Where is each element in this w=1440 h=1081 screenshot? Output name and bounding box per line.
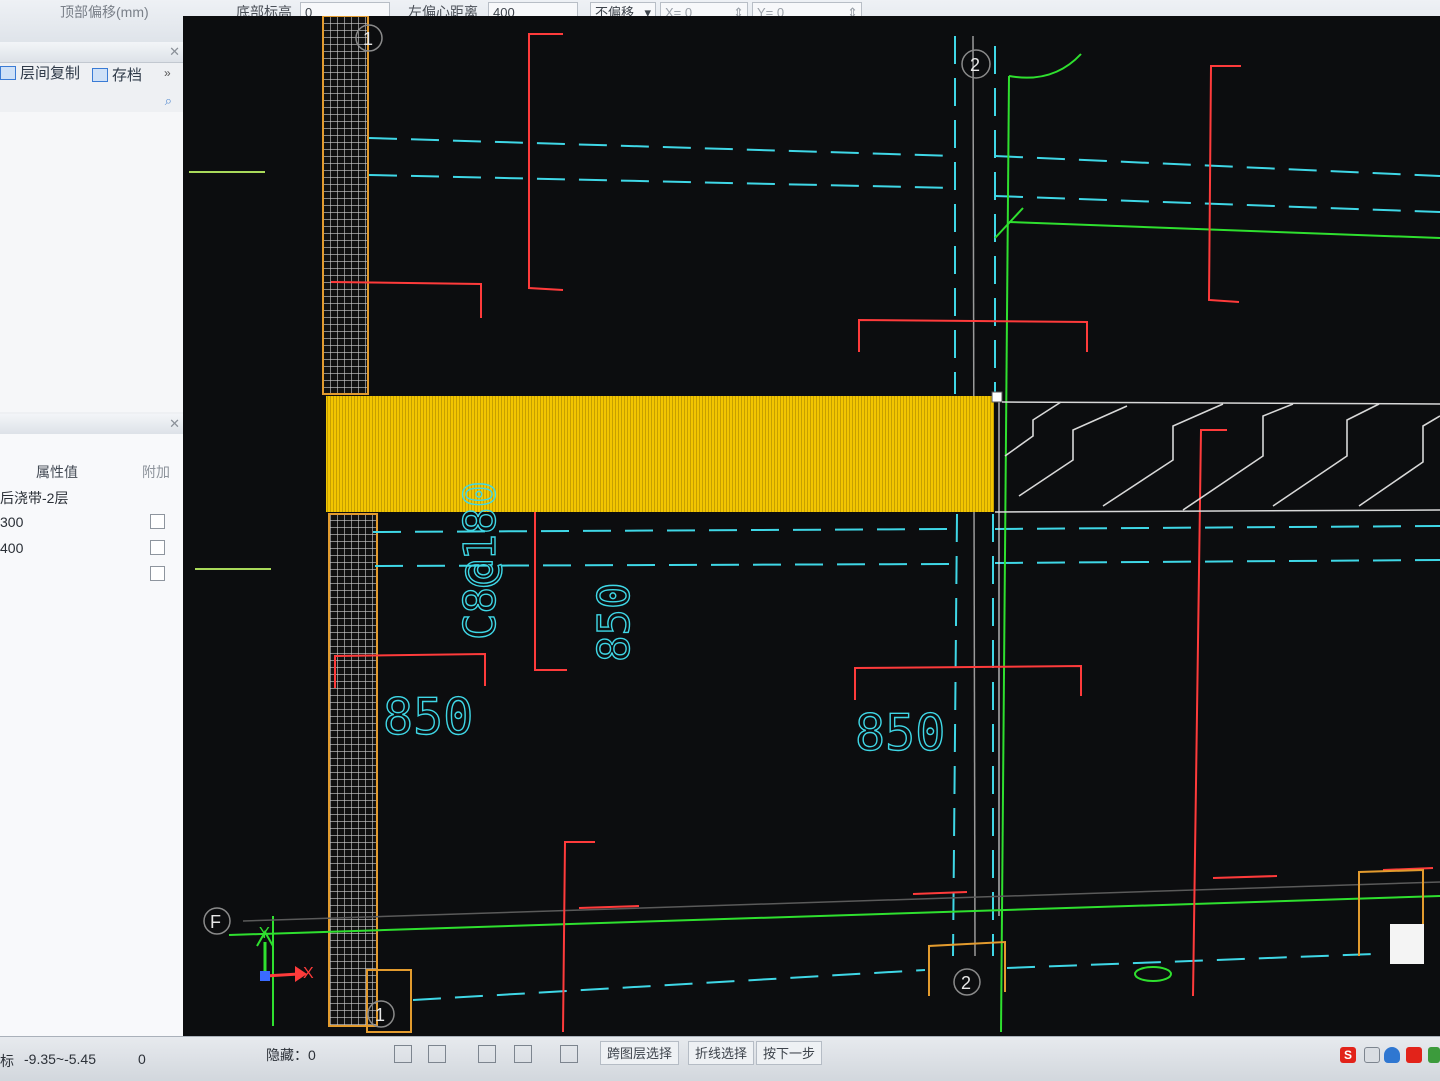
dimension-label-vertical: 850 xyxy=(589,583,640,662)
axis-label-2-top: 2 xyxy=(970,55,980,75)
snap-icon[interactable] xyxy=(394,1045,412,1063)
cross-layer-select-button[interactable]: 跨图层选择 xyxy=(600,1041,680,1065)
top-offset-label: 顶部偏移(mm) xyxy=(60,4,149,20)
post-pour-strip-selected[interactable] xyxy=(326,396,994,512)
ucs-x-label: X xyxy=(303,965,314,982)
angle-readout: 0 xyxy=(138,1051,146,1067)
drawing-canvas[interactable]: 1 2 F 1 2 C8@180 850 850 850 X Y xyxy=(183,16,1440,1036)
copy-floor-button[interactable]: 层间复制 xyxy=(0,62,80,83)
copy-floor-label: 层间复制 xyxy=(20,65,81,82)
grip-handle[interactable] xyxy=(991,391,1003,403)
dimension-label-left: 850 xyxy=(383,688,473,746)
tray-s-icon[interactable]: S xyxy=(1340,1047,1356,1063)
extra-checkbox-2[interactable] xyxy=(150,540,165,555)
axis-label-1-top: 1 xyxy=(363,29,373,49)
save-label: 存档 xyxy=(112,67,143,84)
polyline-select-button[interactable]: 折线选择 xyxy=(688,1041,755,1065)
property-extra-header: 附加 xyxy=(142,464,170,480)
hidden-count: 隐藏：0 xyxy=(266,1047,316,1063)
osnap-icon[interactable] xyxy=(560,1045,578,1063)
property-grid: 属性值 附加 后浇带-2层 300 400 xyxy=(0,434,186,1054)
column-left[interactable] xyxy=(322,16,378,1027)
dimension-label-right: 850 xyxy=(855,704,945,762)
search-icon[interactable]: ⌕ xyxy=(165,93,172,109)
property-row-name[interactable]: 后浇带-2层 xyxy=(0,488,68,508)
save-button[interactable]: 存档 xyxy=(92,64,142,85)
polar-icon[interactable] xyxy=(514,1045,532,1063)
ortho-icon[interactable] xyxy=(478,1045,496,1063)
component-list xyxy=(0,112,186,412)
more-button[interactable]: » xyxy=(164,66,171,80)
tray-extra-icon[interactable] xyxy=(1428,1047,1440,1063)
save-icon xyxy=(92,67,108,82)
ucs-y-label: Y xyxy=(259,925,270,942)
next-step-button[interactable]: 按下一步 xyxy=(756,1041,823,1065)
tray-menu-icon[interactable] xyxy=(1364,1047,1380,1063)
close-icon[interactable]: ✕ xyxy=(169,416,180,432)
extra-checkbox-3[interactable] xyxy=(150,566,165,581)
axis-label-1-bottom: 1 xyxy=(375,1005,385,1025)
property-panel-header: ✕ xyxy=(0,414,190,435)
shield-icon[interactable] xyxy=(1384,1047,1400,1063)
property-row-height[interactable]: 400 xyxy=(0,540,23,556)
white-block xyxy=(1390,924,1424,964)
coordinate-prefix: 标 xyxy=(0,1053,14,1069)
status-bar: 标 -9.35~-5.45 0 隐藏：0 跨图层选择 折线选择 按下一步 S xyxy=(0,1036,1440,1081)
axis-label-2-bottom: 2 xyxy=(961,973,971,993)
property-row-width[interactable]: 300 xyxy=(0,514,23,530)
grid-icon[interactable] xyxy=(428,1045,446,1063)
rebar-label: C8@180 xyxy=(455,481,506,640)
left-panel: ✕ 层间复制 存档 » ⌕ ✕ 属性值 附加 后浇带-2层 300 400 xyxy=(0,42,191,1054)
copy-floor-icon xyxy=(0,65,16,80)
coordinate-readout: -9.35~-5.45 xyxy=(24,1051,96,1067)
extra-checkbox-1[interactable] xyxy=(150,514,165,529)
search-input[interactable]: ⌕ xyxy=(0,90,178,113)
tray-app-icon[interactable] xyxy=(1406,1047,1422,1063)
axis-label-f: F xyxy=(210,912,221,932)
property-value-header: 属性值 xyxy=(36,464,78,480)
panel-header: ✕ xyxy=(0,42,190,63)
close-icon[interactable]: ✕ xyxy=(169,44,180,60)
